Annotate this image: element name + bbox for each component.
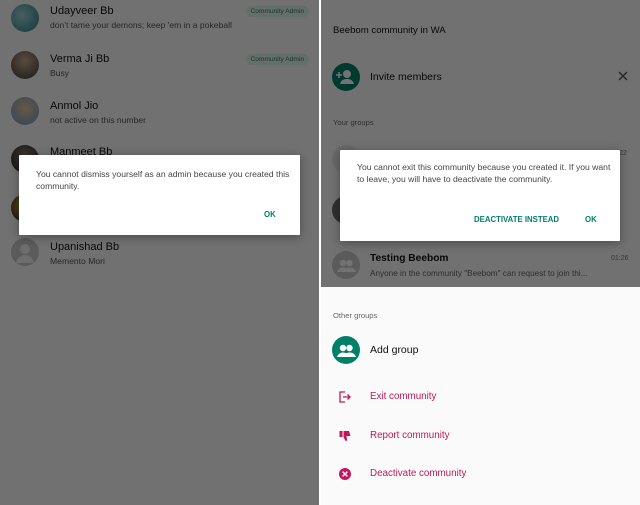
member-status: Memento Mori xyxy=(50,256,105,266)
member-row[interactable]: Udayveer Bb don't tame your demons; keep… xyxy=(0,0,319,50)
add-group-icon xyxy=(332,336,360,364)
avatar xyxy=(11,97,39,125)
admin-dialog: You cannot dismiss yourself as an admin … xyxy=(19,155,300,235)
modal-overlay xyxy=(321,0,640,287)
exit-icon xyxy=(338,390,352,404)
member-name: Upanishad Bb xyxy=(50,241,120,253)
avatar xyxy=(11,238,39,266)
ok-button[interactable]: OK xyxy=(264,210,276,219)
admin-badge: Community Admin xyxy=(245,6,309,17)
member-status: not active on this number xyxy=(50,115,147,125)
group-time: 01:26 xyxy=(611,255,629,262)
other-groups-header: Other groups xyxy=(333,311,378,320)
add-group-button[interactable]: Add group xyxy=(370,344,418,356)
close-icon[interactable] xyxy=(617,69,629,81)
member-row[interactable]: Verma Ji Bb Busy Community Admin xyxy=(0,46,319,96)
admin-badge: Community Admin xyxy=(245,54,309,65)
member-name: Verma Ji Bb xyxy=(50,53,110,65)
avatar xyxy=(11,4,39,32)
member-status: Busy xyxy=(50,68,70,78)
thumbs-down-icon xyxy=(338,429,352,443)
group-name[interactable]: Testing Beebom xyxy=(370,253,449,264)
member-row[interactable]: Upanishad Bb Memento Mori xyxy=(0,236,319,286)
exit-community-button[interactable]: Exit community xyxy=(370,391,436,402)
report-community-button[interactable]: Report community xyxy=(370,430,450,441)
member-row[interactable]: Anmol Jio not active on this number xyxy=(0,94,319,144)
group-icon xyxy=(332,251,360,279)
invite-members-button[interactable]: Invite members xyxy=(370,71,442,83)
group-preview: Anyone in the community "Beebom" can req… xyxy=(370,269,588,278)
deactivate-community-button[interactable]: Deactivate community xyxy=(370,468,466,479)
invite-members-icon xyxy=(332,63,360,91)
your-groups-header: Your groups xyxy=(333,118,374,127)
avatar xyxy=(11,51,39,79)
deactivate-instead-button[interactable]: DEACTIVATE INSTEAD xyxy=(474,215,559,224)
dialog-message: You cannot dismiss yourself as an admin … xyxy=(36,169,290,191)
community-panel: Beebom community in WA Invite members Yo… xyxy=(321,0,640,505)
members-panel: Udayveer Bb don't tame your demons; keep… xyxy=(0,0,319,505)
x-circle-icon xyxy=(338,467,352,481)
member-name: Anmol Jio xyxy=(50,100,99,112)
dialog-message: You cannot exit this community because y… xyxy=(357,162,611,184)
exit-dialog: You cannot exit this community because y… xyxy=(340,150,620,241)
ok-button[interactable]: OK xyxy=(585,215,597,224)
community-title: Beebom community in WA xyxy=(333,25,446,36)
member-status: don't tame your demons; keep 'em in a po… xyxy=(50,20,232,30)
group-time: 22 xyxy=(619,150,627,157)
member-name: Udayveer Bb xyxy=(50,5,114,17)
